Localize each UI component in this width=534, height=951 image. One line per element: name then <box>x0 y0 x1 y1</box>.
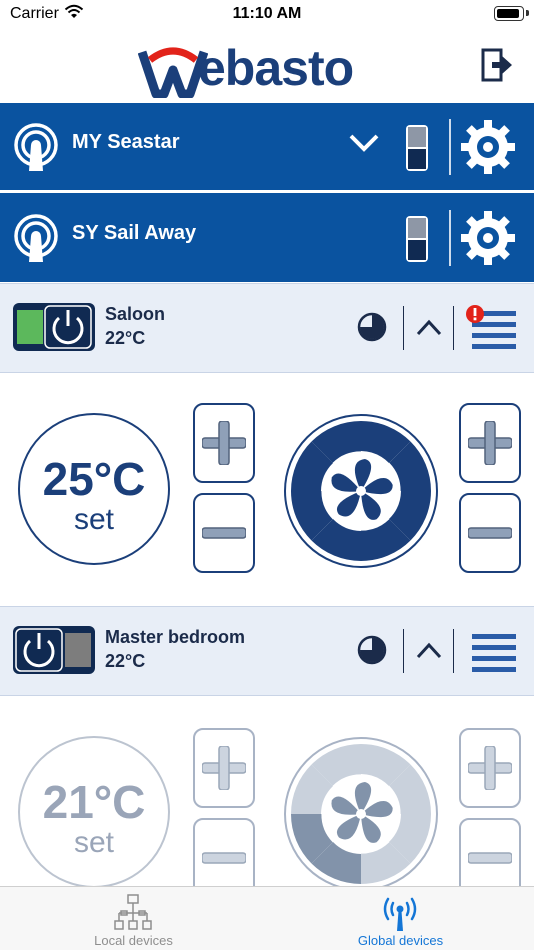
setpoint-display: 25°C set <box>18 413 170 565</box>
plus-icon <box>468 746 512 790</box>
fan-icon <box>284 737 438 886</box>
tab-label: Global devices <box>357 933 444 948</box>
status-bar: Carrier 11:10 AM <box>0 0 534 28</box>
antenna-icon <box>14 123 58 171</box>
plus-icon <box>202 746 246 790</box>
chevron-up-icon[interactable] <box>416 318 442 336</box>
tab-global-devices[interactable]: Global devices <box>267 887 534 951</box>
power-icon[interactable] <box>12 302 96 352</box>
minus-icon <box>468 527 512 539</box>
device-name: MY Seastar <box>72 131 180 153</box>
status-time: 11:10 AM <box>232 5 302 22</box>
device-bar-my-seastar[interactable]: MY Seastar <box>0 103 534 191</box>
chevron-up-icon[interactable] <box>416 641 442 659</box>
zone-title: Saloon <box>105 304 166 324</box>
toggle-icon[interactable] <box>404 123 430 173</box>
zone-body-saloon: 25°C set <box>0 373 534 606</box>
plus-icon <box>202 421 246 465</box>
setpoint-label: set <box>73 826 115 859</box>
webasto-logo: ebasto <box>138 38 398 98</box>
setpoint-label: set <box>73 503 115 536</box>
temp-minus-button[interactable] <box>193 493 255 573</box>
minus-icon <box>468 852 512 864</box>
zone-divider <box>403 306 404 350</box>
toggle-icon[interactable] <box>404 214 430 264</box>
plus-icon <box>468 421 512 465</box>
battery-tip <box>526 10 529 16</box>
zone-divider <box>453 629 454 673</box>
fan-minus-button[interactable] <box>459 818 521 886</box>
network-icon <box>114 894 152 930</box>
fan-plus-button[interactable] <box>459 728 521 808</box>
zone-divider <box>453 306 454 350</box>
alert-icon <box>466 305 484 323</box>
logout-icon[interactable] <box>480 48 514 82</box>
zone-body-master-bedroom: 21°C set <box>0 696 534 886</box>
tab-bar: Local devices Global devices <box>0 886 534 950</box>
app-header: ebasto <box>0 28 534 102</box>
temp-minus-button[interactable] <box>193 818 255 886</box>
tab-local-devices[interactable]: Local devices <box>0 887 267 951</box>
zone-divider <box>403 629 404 673</box>
device-divider <box>449 210 451 266</box>
antenna-icon <box>383 897 417 931</box>
zone-header-saloon[interactable]: Saloon 22°C <box>0 283 534 373</box>
clock-icon[interactable] <box>357 635 387 665</box>
zone-current-temperature: 22°C <box>105 328 146 348</box>
logo-text: ebasto <box>198 40 354 96</box>
clock-icon[interactable] <box>357 312 387 342</box>
minus-icon <box>202 527 246 539</box>
setpoint-value: 21°C <box>42 776 146 828</box>
temp-plus-button[interactable] <box>193 728 255 808</box>
tab-label: Local devices <box>94 933 173 948</box>
gear-icon[interactable] <box>460 210 516 266</box>
battery-icon <box>494 6 524 21</box>
fan-icon <box>284 414 438 568</box>
zone-current-temperature: 22°C <box>105 651 146 671</box>
fan-plus-button[interactable] <box>459 403 521 483</box>
zone-header-master-bedroom[interactable]: Master bedroom 22°C <box>0 606 534 696</box>
device-divider <box>449 119 451 175</box>
temp-plus-button[interactable] <box>193 403 255 483</box>
setpoint-display: 21°C set <box>18 736 170 886</box>
setpoint-value: 25°C <box>42 453 146 505</box>
minus-icon <box>202 852 246 864</box>
fan-minus-button[interactable] <box>459 493 521 573</box>
device-bar-sy-sail-away[interactable]: SY Sail Away <box>0 194 534 282</box>
device-name: SY Sail Away <box>72 222 197 244</box>
menu-icon[interactable] <box>472 632 516 672</box>
antenna-icon <box>14 214 58 262</box>
chevron-down-icon[interactable] <box>348 133 380 153</box>
gear-icon[interactable] <box>460 119 516 175</box>
power-icon[interactable] <box>12 625 96 675</box>
zone-title: Master bedroom <box>105 627 246 647</box>
